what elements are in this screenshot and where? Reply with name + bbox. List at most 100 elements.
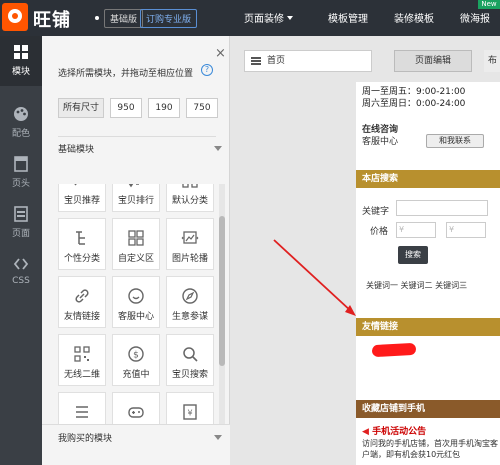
- chevron-down-icon[interactable]: [214, 146, 222, 151]
- grid-icon: [14, 45, 28, 59]
- rail-item-modules[interactable]: 模块: [0, 36, 42, 86]
- module-label: 生意参谋: [171, 312, 208, 322]
- nav-label: 页面装修: [244, 14, 284, 25]
- canvas-toolbar: 首页 页面编辑 布: [238, 46, 500, 76]
- price-min-input[interactable]: ¥: [396, 222, 436, 238]
- notice-title-text: 手机活动公告: [372, 427, 427, 437]
- svg-text:¥: ¥: [187, 409, 192, 418]
- links-box-header[interactable]: 友情链接: [356, 318, 500, 336]
- editor-canvas: 首页 页面编辑 布 周一至周五：9:00-21:00 周六至周日：0:00-24…: [230, 36, 500, 465]
- search-icon: [183, 347, 198, 362]
- mobile-notice-text: 访问我的手机店铺，首次用手机淘宝客户端，即有机会获10元红包: [362, 439, 498, 459]
- module-label: 自定义区: [117, 254, 154, 264]
- module-tile[interactable]: 宝贝搜索: [166, 334, 214, 386]
- qrcode-icon: [74, 346, 90, 362]
- hours-weekend: 周六至周日：0:00-24:00: [362, 99, 466, 109]
- panel-tip: 选择所需模块，并拖动至相应位置: [58, 69, 194, 79]
- nav-label: 模板管理: [328, 14, 368, 25]
- price-max-input[interactable]: ¥: [446, 222, 486, 238]
- rail-label: 页面: [11, 229, 30, 239]
- search-box-header[interactable]: 本店搜索: [356, 170, 500, 188]
- nav-page-decoration[interactable]: 页面装修: [244, 10, 293, 25]
- module-tile[interactable]: 自定义区: [112, 218, 160, 270]
- module-label: 无线二维: [63, 370, 100, 380]
- rail-item-page[interactable]: 页面: [0, 198, 42, 248]
- chevron-down-icon: [287, 16, 293, 20]
- module-tile[interactable]: 无线二维: [58, 334, 106, 386]
- menu-icon: [251, 57, 261, 65]
- tab-layout[interactable]: 布: [484, 50, 500, 72]
- nav-micro-poster[interactable]: 微海报: [460, 10, 490, 25]
- palette-icon: [14, 107, 28, 121]
- separator-dot: [95, 16, 99, 20]
- rail-label: 页头: [11, 179, 30, 189]
- module-tile[interactable]: 生意参谋: [166, 276, 214, 328]
- rail-label: 配色: [11, 129, 30, 139]
- gamepad-icon: [128, 407, 144, 418]
- link-icon: [75, 289, 89, 303]
- rail-item-css[interactable]: CSS: [0, 248, 42, 298]
- hot-keywords[interactable]: 关键词一 关键词二 关键词三: [366, 280, 500, 291]
- brand-title: 旺铺: [33, 10, 71, 31]
- recharge-icon: $: [128, 346, 144, 362]
- coupon-icon: ¥: [183, 404, 197, 420]
- module-label: 友情链接: [63, 312, 100, 322]
- svg-text:$: $: [133, 351, 139, 361]
- module-label: 默认分类: [171, 196, 208, 206]
- hours-weekday: 周一至周五：9:00-21:00: [362, 87, 466, 97]
- compass-icon: [182, 288, 198, 304]
- module-label: 宝贝推荐: [63, 196, 100, 206]
- rail-item-header[interactable]: 页头: [0, 148, 42, 198]
- image-carousel-icon: [181, 231, 199, 244]
- module-label: 图片轮播: [171, 254, 208, 264]
- module-label: 宝贝搜索: [171, 370, 208, 380]
- code-icon: [13, 258, 29, 270]
- module-label: 充值中: [122, 370, 150, 380]
- help-icon[interactable]: ?: [201, 64, 213, 76]
- nav-decoration-template[interactable]: 装修模板: [394, 10, 434, 25]
- page-icon: [14, 206, 28, 222]
- rail-item-colors[interactable]: 配色: [0, 98, 42, 148]
- logo-icon[interactable]: [2, 3, 28, 31]
- module-tile[interactable]: 个性分类: [58, 218, 106, 270]
- section-label: 我购买的模块: [58, 434, 113, 444]
- module-grid: 宝贝推荐 宝贝排行 默认分类 个性分类 自定义区 图片轮播 友情链接 客服中心 …: [58, 184, 216, 448]
- nav-label: 微海报: [460, 14, 490, 25]
- section-basic-modules[interactable]: 基础模块: [58, 142, 94, 155]
- keyword-input[interactable]: [396, 200, 488, 216]
- module-tile[interactable]: $ 充值中: [112, 334, 160, 386]
- contact-me-button[interactable]: 和我联系: [426, 134, 484, 148]
- custom-area-icon: [128, 230, 144, 246]
- service-hours: 周一至周五：9:00-21:00 周六至周日：0:00-24:00: [362, 86, 500, 110]
- nav-label: 装修模板: [394, 14, 434, 25]
- contact-label: 和我联系: [439, 136, 471, 145]
- mobile-box-header[interactable]: 收藏店铺到手机: [356, 400, 500, 418]
- size-filter-750[interactable]: 750: [186, 98, 218, 118]
- mobile-notice-title: ◀ 手机活动公告: [362, 424, 500, 437]
- module-tile[interactable]: 宝贝推荐: [58, 184, 106, 212]
- close-icon[interactable]: ×: [215, 46, 226, 61]
- module-tile[interactable]: 友情链接: [58, 276, 106, 328]
- nav-template-manage[interactable]: 模板管理: [328, 10, 368, 25]
- order-pro-link[interactable]: 订购专业版: [140, 9, 198, 28]
- size-filter-950[interactable]: 950: [110, 98, 142, 118]
- left-rail: 模块 配色 页头 页面 CSS: [0, 36, 42, 465]
- page-select[interactable]: 首页: [244, 50, 372, 72]
- scrollbar-thumb[interactable]: [219, 216, 225, 366]
- section-purchased-modules[interactable]: 我购买的模块: [42, 424, 230, 465]
- size-filter-all[interactable]: 所有尺寸: [58, 98, 104, 118]
- shop-sidebar-preview: 周一至周五：9:00-21:00 周六至周日：0:00-24:00 在线咨询 客…: [356, 82, 500, 465]
- top-bar: 旺铺 基础版 订购专业版 页面装修 模板管理 装修模板 微海报 New: [0, 0, 500, 36]
- rail-label: 模块: [11, 67, 30, 77]
- version-basic-badge: 基础版: [104, 9, 144, 28]
- megaphone-icon: ◀: [362, 427, 373, 437]
- tab-page-edit[interactable]: 页面编辑: [394, 50, 472, 72]
- size-filter-190[interactable]: 190: [148, 98, 180, 118]
- module-tile[interactable]: 宝贝排行: [112, 184, 160, 212]
- divider: [58, 136, 216, 137]
- list-icon: [76, 406, 88, 418]
- module-tile[interactable]: 客服中心: [112, 276, 160, 328]
- module-tile[interactable]: 图片轮播: [166, 218, 214, 270]
- module-tile[interactable]: 默认分类: [166, 184, 214, 212]
- search-button[interactable]: 搜索: [398, 246, 428, 264]
